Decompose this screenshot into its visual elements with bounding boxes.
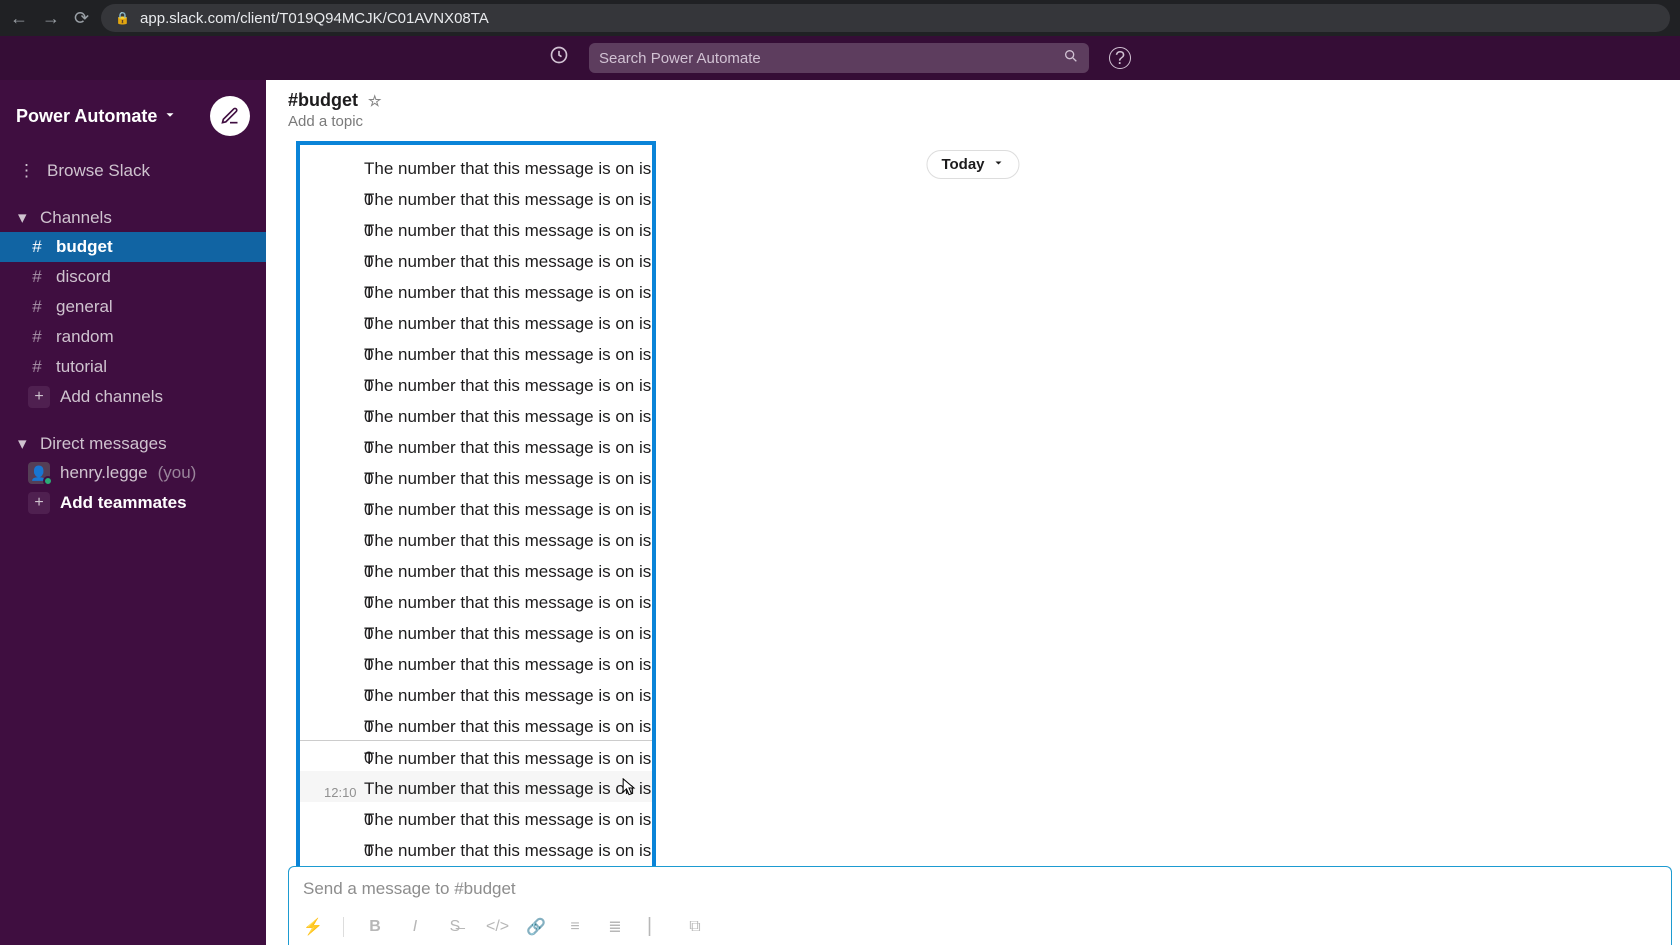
browser-bar: ← → ⟳ 🔒 app.slack.com/client/T019Q94MCJK… bbox=[0, 0, 1680, 36]
message-row[interactable]: The number that this message is on is 0 bbox=[300, 802, 652, 833]
message-row[interactable]: The number that this message is on is 0 bbox=[300, 678, 652, 709]
channel-name[interactable]: #budget bbox=[288, 90, 358, 111]
message-row[interactable]: The number that this message is on is 0 bbox=[300, 368, 652, 399]
hash-icon: # bbox=[28, 357, 46, 377]
message-row[interactable]: The number that this message is on is 0 bbox=[300, 182, 652, 213]
search-input[interactable]: Search Power Automate bbox=[589, 43, 1089, 73]
composer-placeholder: Send a message to #budget bbox=[303, 879, 1657, 899]
bold-icon[interactable]: B bbox=[366, 918, 384, 936]
message-row[interactable]: The number that this message is on is 0 bbox=[300, 554, 652, 585]
chevron-down-icon bbox=[993, 156, 1005, 173]
message-text: The number that this message is on is 0 bbox=[364, 841, 651, 866]
message-row[interactable]: The number that this message is on is 0 bbox=[300, 151, 652, 182]
lock-icon: 🔒 bbox=[115, 11, 130, 25]
message-row[interactable]: The number that this message is on is 0 bbox=[300, 585, 652, 616]
reload-icon[interactable]: ⟳ bbox=[74, 9, 89, 27]
plus-icon: + bbox=[28, 492, 50, 514]
url-text: app.slack.com/client/T019Q94MCJK/C01AVNX… bbox=[140, 10, 489, 27]
help-icon[interactable]: ? bbox=[1109, 47, 1131, 69]
message-row[interactable]: The number that this message is on is 0 bbox=[300, 275, 652, 306]
bullet-list-icon[interactable]: ≣ bbox=[606, 917, 624, 937]
dm-self[interactable]: 👤 henry.legge (you) bbox=[0, 458, 266, 488]
caret-down-icon: ▾ bbox=[18, 434, 30, 454]
more-icon: ⋮ bbox=[18, 161, 35, 181]
message-row[interactable]: The number that this message is on is 0 bbox=[300, 492, 652, 523]
history-icon[interactable] bbox=[549, 45, 569, 71]
forward-icon[interactable]: → bbox=[42, 9, 60, 27]
caret-down-icon: ▾ bbox=[18, 208, 30, 228]
url-bar[interactable]: 🔒 app.slack.com/client/T019Q94MCJK/C01AV… bbox=[101, 4, 1670, 32]
star-icon[interactable]: ☆ bbox=[368, 92, 381, 110]
code-icon[interactable]: </> bbox=[486, 918, 504, 936]
browse-slack[interactable]: ⋮ Browse Slack bbox=[0, 154, 266, 188]
message-row[interactable]: The number that this message is on is 0 bbox=[300, 523, 652, 554]
back-icon[interactable]: ← bbox=[10, 9, 28, 27]
message-row[interactable]: The number that this message is on is 0 bbox=[300, 213, 652, 244]
message-row[interactable]: The number that this message is on is 0 bbox=[300, 833, 652, 864]
channel-topic[interactable]: Add a topic bbox=[288, 113, 1658, 130]
highlight-overlay: The number that this message is on is 0T… bbox=[296, 141, 656, 866]
message-row[interactable]: The number that this message is on is 0 bbox=[300, 430, 652, 461]
workspace-switcher[interactable]: Power Automate bbox=[16, 106, 177, 127]
lightning-icon[interactable]: ⚡ bbox=[303, 917, 321, 937]
format-toolbar: ⚡ B I S̶ </> 🔗 ≡ ≣ ▏ ⧉ bbox=[303, 917, 1657, 937]
italic-icon[interactable]: I bbox=[406, 918, 424, 936]
messages-area[interactable]: Today The number that this message is on… bbox=[266, 136, 1680, 866]
sidebar-channel-budget[interactable]: # budget bbox=[0, 232, 266, 262]
chevron-down-icon bbox=[163, 106, 177, 127]
channels-section[interactable]: ▾ Channels bbox=[0, 202, 266, 232]
dms-section[interactable]: ▾ Direct messages bbox=[0, 428, 266, 458]
strike-icon[interactable]: S̶ bbox=[446, 918, 464, 936]
hash-icon: # bbox=[28, 297, 46, 317]
sidebar-channel-general[interactable]: # general bbox=[0, 292, 266, 322]
slack-top-bar: Search Power Automate ? bbox=[0, 36, 1680, 80]
message-row[interactable]: The number that this message is on is 0 bbox=[300, 709, 652, 740]
add-channels[interactable]: + Add channels bbox=[0, 382, 266, 412]
message-row[interactable]: The number that this message is on is 0 bbox=[300, 306, 652, 337]
hash-icon: # bbox=[28, 237, 46, 257]
hash-icon: # bbox=[28, 267, 46, 287]
date-divider[interactable]: Today bbox=[926, 150, 1019, 179]
compose-button[interactable] bbox=[210, 96, 250, 136]
plus-icon: + bbox=[28, 386, 50, 408]
codeblock-icon[interactable]: ⧉ bbox=[686, 918, 704, 936]
message-row[interactable]: The number that this message is on is 0 bbox=[300, 399, 652, 430]
add-teammates[interactable]: + Add teammates bbox=[0, 488, 266, 518]
message-row[interactable]: The number that this message is on is 0 bbox=[300, 244, 652, 275]
avatar: 👤 bbox=[28, 462, 50, 484]
sidebar: Power Automate ⋮ Browse Slack ▾ Channels… bbox=[0, 80, 266, 945]
search-icon bbox=[1063, 48, 1079, 68]
message-row[interactable]: The number that this message is on is 0 bbox=[300, 647, 652, 678]
ordered-list-icon[interactable]: ≡ bbox=[566, 918, 584, 936]
sidebar-channel-random[interactable]: # random bbox=[0, 322, 266, 352]
message-row[interactable]: 12:10The number that this message is on … bbox=[300, 771, 652, 802]
message-row[interactable]: The number that this message is on is 0 bbox=[300, 740, 652, 771]
search-placeholder: Search Power Automate bbox=[599, 50, 761, 67]
message-composer[interactable]: Send a message to #budget ⚡ B I S̶ </> 🔗… bbox=[288, 866, 1672, 945]
sidebar-channel-discord[interactable]: # discord bbox=[0, 262, 266, 292]
channel-header: #budget ☆ Add a topic bbox=[266, 80, 1680, 136]
message-row[interactable]: The number that this message is on is 0 bbox=[300, 616, 652, 647]
message-row[interactable]: The number that this message is on is 0 bbox=[300, 461, 652, 492]
sidebar-channel-tutorial[interactable]: # tutorial bbox=[0, 352, 266, 382]
message-row[interactable]: The number that this message is on is 0 bbox=[300, 337, 652, 368]
content-area: #budget ☆ Add a topic Today The number t… bbox=[266, 80, 1680, 945]
link-icon[interactable]: 🔗 bbox=[526, 917, 544, 937]
hash-icon: # bbox=[28, 327, 46, 347]
quote-icon[interactable]: ▏ bbox=[646, 917, 664, 937]
